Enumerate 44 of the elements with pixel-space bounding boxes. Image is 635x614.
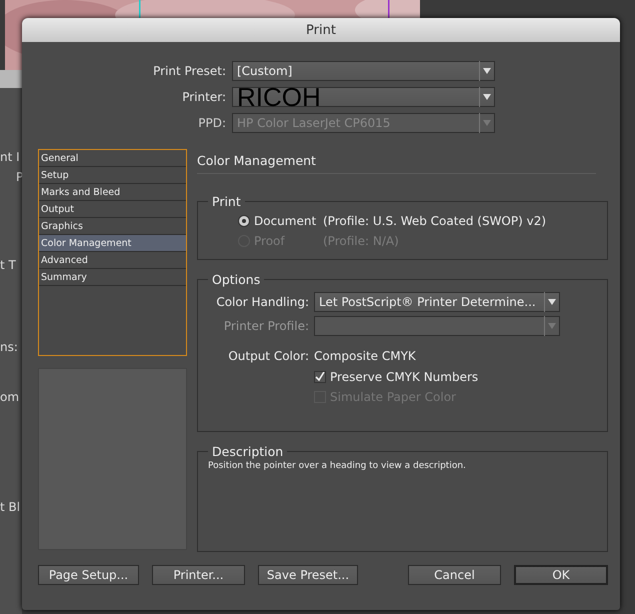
background-text: t T	[0, 258, 16, 272]
section-heading: Color Management	[197, 149, 596, 174]
field-label: Printer Profile:	[222, 319, 309, 333]
output-color-value: Composite CMYK	[314, 349, 416, 363]
field-label: Color Handling:	[215, 295, 309, 309]
category-item[interactable]: General	[39, 150, 186, 167]
dialog-button[interactable]: Page Setup...	[38, 565, 139, 585]
group-title: Print	[211, 194, 242, 209]
field-label: Output Color:	[227, 349, 309, 363]
background-text: nt I	[0, 150, 20, 164]
dropdown-arrow-icon	[483, 120, 491, 126]
dropdown-arrow-icon	[548, 323, 556, 329]
field-label: Printer:	[181, 90, 226, 104]
description-text: Position the pointer over a heading to view a description.	[208, 461, 467, 471]
dropdown-arrow-icon	[548, 299, 556, 305]
group-title: Description	[211, 444, 284, 459]
checkbox-label: Preserve CMYK Numbers	[330, 370, 478, 384]
dialog-button[interactable]: OK	[514, 565, 608, 585]
category-item[interactable]: Color Management	[39, 235, 186, 252]
profile-text: (Profile: U.S. Web Coated (SWOP) v2)	[323, 214, 546, 228]
checkbox[interactable]	[314, 371, 326, 383]
dropdown-arrow-icon	[483, 68, 491, 74]
category-item[interactable]: Output	[39, 201, 186, 218]
radio-label: Document	[254, 214, 318, 228]
dropdown[interactable]: [Custom]	[232, 61, 495, 81]
dropdown[interactable]: Let PostScript® Printer Determine...	[314, 292, 560, 312]
background-text: om	[0, 390, 20, 404]
dropdown-arrow-icon	[483, 94, 491, 100]
group-title: Options	[211, 272, 262, 287]
field-label: PPD:	[197, 116, 226, 130]
background-toolbar	[0, 70, 22, 88]
category-item[interactable]: Setup	[39, 167, 186, 184]
dropdown[interactable]: RICOH	[232, 87, 495, 107]
background-text: t Bl	[0, 500, 20, 514]
category-item[interactable]: Summary	[39, 269, 186, 286]
category-item[interactable]: Advanced	[39, 252, 186, 269]
background-text: ns:	[0, 340, 18, 354]
field-label: Print Preset:	[152, 64, 226, 78]
category-item[interactable]: Marks and Bleed	[39, 184, 186, 201]
dialog-button[interactable]: Printer...	[152, 565, 245, 585]
dialog-button[interactable]: Cancel	[408, 565, 501, 585]
dialog-button[interactable]: Save Preset...	[258, 565, 358, 585]
window-title: Print	[22, 18, 620, 42]
radio-button[interactable]	[238, 215, 250, 227]
